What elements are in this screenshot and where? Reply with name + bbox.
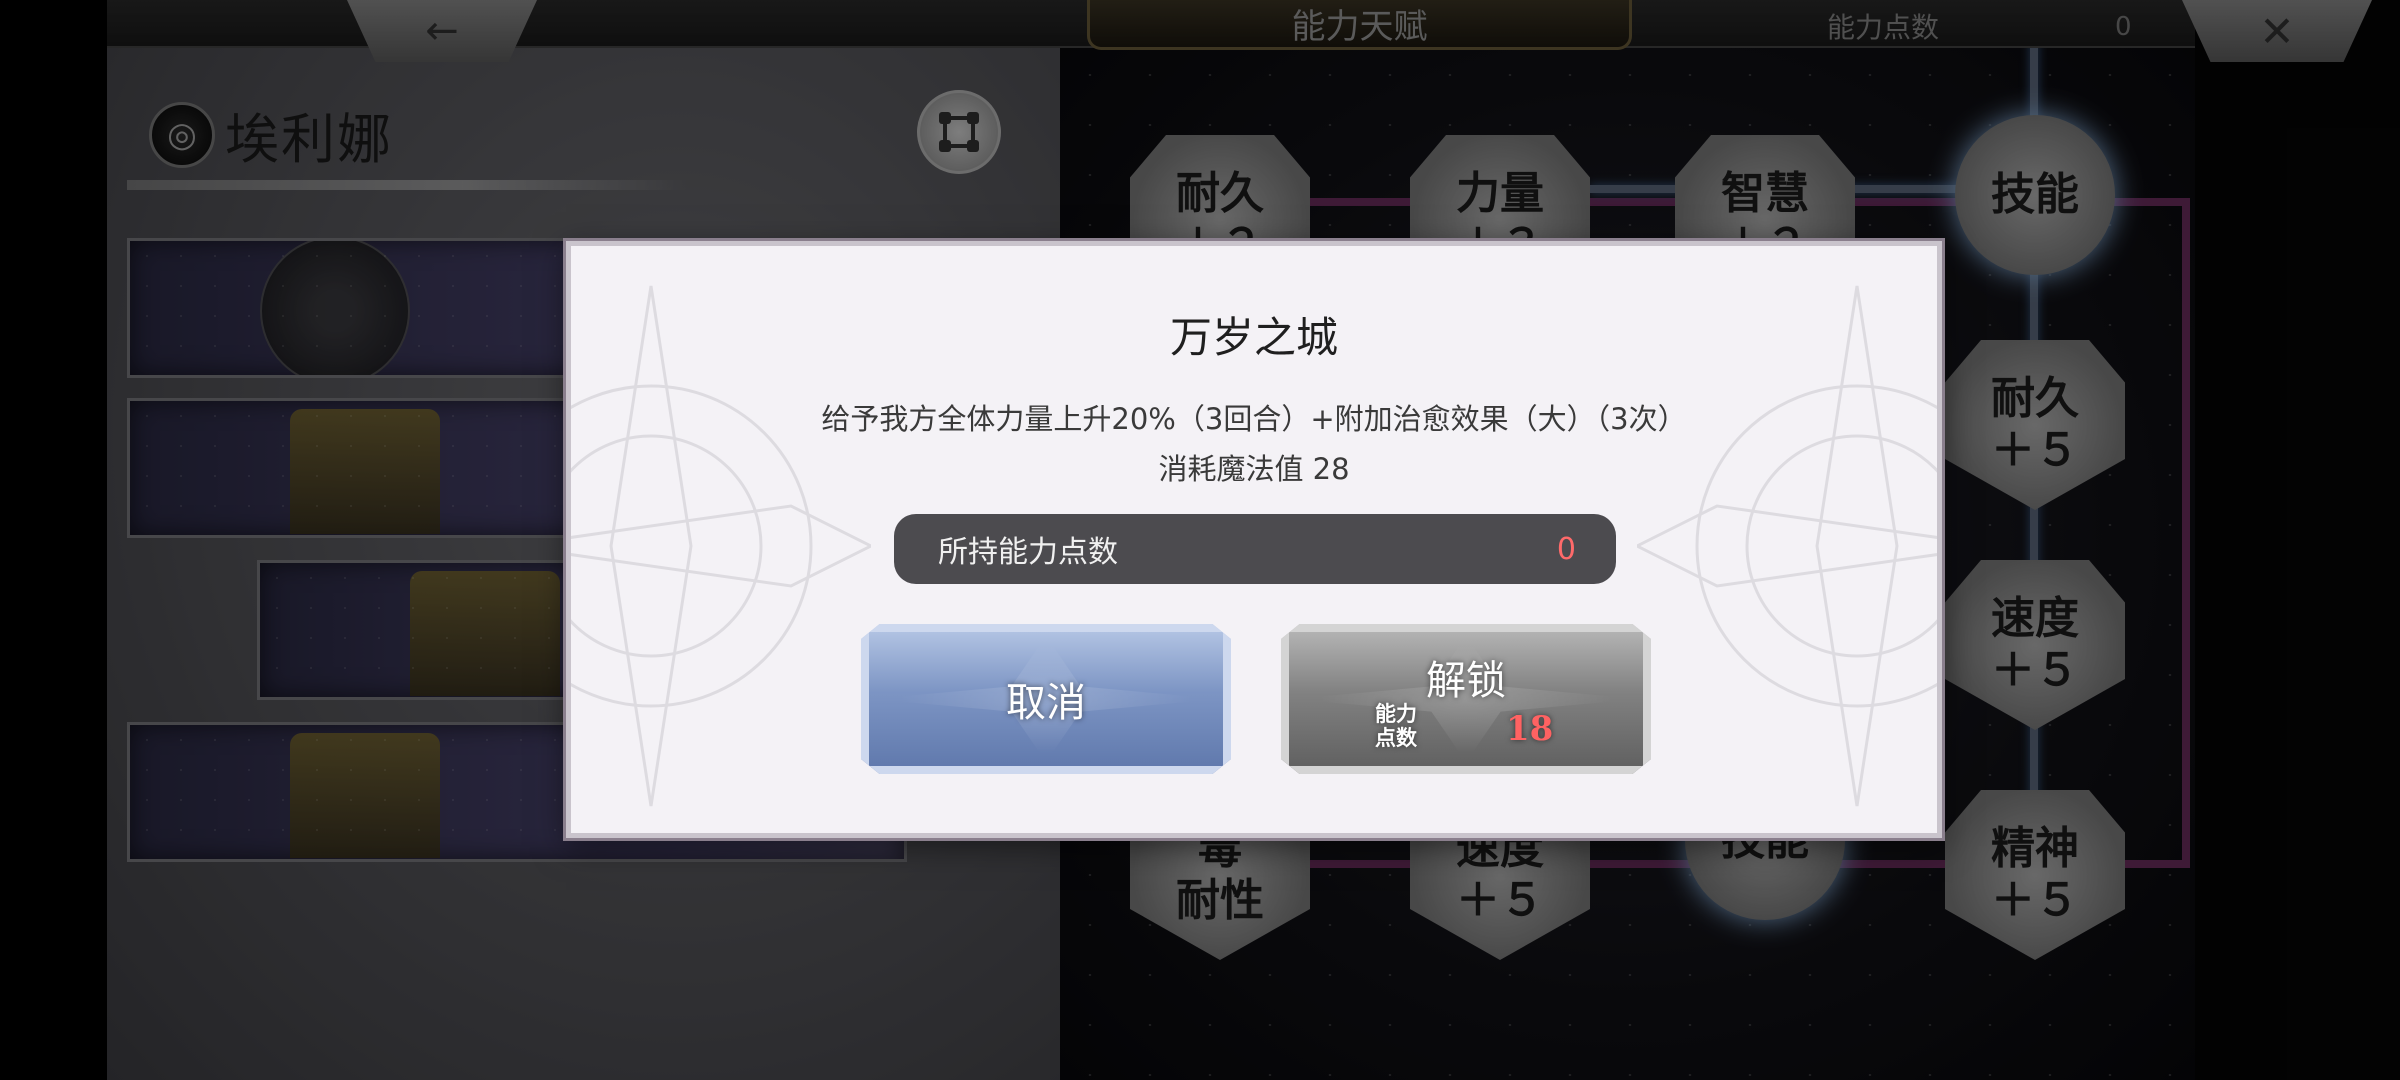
cost-label: 能力点数 <box>1375 702 1417 750</box>
unlock-button[interactable]: 解锁 能力点数 18 <box>1281 624 1651 774</box>
dialog-description: 给予我方全体力量上升20%（3回合）+附加治愈效果（大）（3次） 消耗魔法值 2… <box>571 394 1937 494</box>
owned-points-value: 0 <box>1556 531 1576 567</box>
dialog-title: 万岁之城 <box>1169 313 1338 362</box>
cancel-button-label: 取消 <box>1006 680 1086 726</box>
effect-description: 给予我方全体力量上升20%（3回合）+附加治愈效果（大）（3次） <box>821 402 1687 436</box>
cancel-button[interactable]: 取消 <box>861 624 1231 774</box>
mana-cost-text: 消耗魔法值 28 <box>1158 452 1350 486</box>
owned-points-label: 所持能力点数 <box>938 535 1118 570</box>
owned-points-bar: 所持能力点数 0 <box>894 514 1616 584</box>
unlock-button-label: 解锁 <box>1426 658 1506 704</box>
cost-value: 18 <box>1506 709 1554 749</box>
unlock-talent-dialog: 万岁之城 给予我方全体力量上升20%（3回合）+附加治愈效果（大）（3次） 消耗… <box>566 241 1942 838</box>
